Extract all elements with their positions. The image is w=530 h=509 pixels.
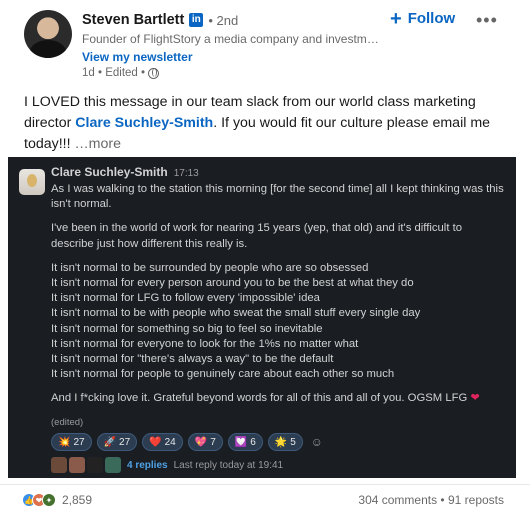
- thread-summary[interactable]: 4 replies Last reply today at 19:41: [51, 457, 283, 473]
- globe-icon: [148, 67, 160, 79]
- more-options-button[interactable]: •••: [476, 10, 498, 31]
- collision-icon: 💥: [58, 436, 71, 448]
- slack-paragraph-3-text: And I f*cking love it. Grateful beyond w…: [51, 392, 468, 405]
- mention-link[interactable]: Clare Suchley-Smith: [75, 115, 213, 131]
- author-headline: Founder of FlightStory a media company a…: [82, 32, 382, 46]
- slack-line: It isn't normal for something so big to …: [51, 322, 323, 335]
- rocket-icon: 🚀: [103, 436, 117, 448]
- slack-list: It isn't normal to be surrounded by peop…: [51, 261, 506, 383]
- feed-post: Steven Bartlett in • 2nd Founder of Flig…: [0, 0, 530, 509]
- connection-degree: • 2nd: [208, 12, 239, 28]
- slack-line: It isn't normal to be surrounded by peop…: [51, 261, 369, 274]
- reply-avatar: [87, 457, 103, 473]
- heart-icon: ❤️: [149, 436, 162, 448]
- slack-screenshot[interactable]: Clare Suchley-Smith 17:13 As I was walkin…: [8, 157, 516, 478]
- reactions-summary[interactable]: 👍 ❤ ✦ 2,859: [22, 493, 92, 507]
- see-more-link[interactable]: …more: [74, 136, 121, 152]
- replies-link[interactable]: 4 replies: [127, 460, 168, 471]
- author-name-row[interactable]: Steven Bartlett in • 2nd: [82, 12, 238, 28]
- reactions-count: 2,859: [62, 493, 93, 507]
- comments-reposts[interactable]: 304 comments • 91 reposts: [358, 493, 504, 507]
- reaction-bar: 💥 27 🚀 27 ❤️ 24 💖 7 💟 6 🌟 5 ☺: [51, 433, 326, 451]
- heart-icon: ❤: [470, 392, 480, 405]
- slack-line: It isn't normal for every person around …: [51, 277, 414, 290]
- reply-avatar: [105, 457, 121, 473]
- reply-avatars: [51, 457, 121, 473]
- slack-timestamp: 17:13: [173, 168, 199, 179]
- reply-avatar: [69, 457, 85, 473]
- reaction-pill[interactable]: 💥 27: [51, 433, 92, 451]
- follow-button[interactable]: + Follow: [390, 7, 456, 30]
- reaction-count: 7: [210, 436, 216, 448]
- reaction-count: 27: [73, 436, 85, 448]
- reaction-count: 24: [164, 436, 176, 448]
- slack-paragraph-1: As I was walking to the station this mor…: [51, 183, 504, 211]
- plus-icon: +: [390, 7, 402, 30]
- author-name[interactable]: Steven Bartlett: [82, 12, 184, 28]
- slack-line: It isn't normal to be with people who sw…: [51, 307, 421, 320]
- reaction-count: 5: [290, 436, 296, 448]
- slack-paragraph-3: And I f*cking love it. Grateful beyond w…: [51, 391, 506, 406]
- slack-line: It isn't normal for everyone to look for…: [51, 337, 359, 350]
- author-avatar[interactable]: [24, 10, 72, 58]
- celebrate-icon: ✦: [42, 493, 56, 507]
- reaction-pill[interactable]: ❤️ 24: [142, 433, 183, 451]
- edited-label: (edited): [51, 417, 84, 428]
- slack-author-name: Clare Suchley-Smith: [51, 165, 168, 179]
- reaction-pill[interactable]: 🌟 5: [267, 433, 303, 451]
- reaction-count: 27: [119, 436, 131, 448]
- slack-avatar: [19, 169, 45, 195]
- follow-label: Follow: [407, 10, 456, 27]
- reaction-icons: 👍 ❤ ✦: [22, 493, 56, 507]
- linkedin-badge-icon: in: [189, 13, 204, 27]
- slack-line: It isn't normal for people to genuinely …: [51, 368, 395, 381]
- heart-decoration-icon: 💟: [234, 436, 248, 448]
- reaction-count: 6: [250, 436, 256, 448]
- slack-author: Clare Suchley-Smith 17:13: [51, 165, 199, 179]
- reaction-pill[interactable]: 💟 6: [227, 433, 263, 451]
- slack-line: It isn't normal for "there's always a wa…: [51, 353, 334, 366]
- newsletter-link[interactable]: View my newsletter: [82, 50, 193, 64]
- post-timestamp: 1d • Edited •: [82, 67, 146, 79]
- slack-paragraph-2: I've been in the world of work for neari…: [51, 222, 463, 250]
- post-meta: 1d • Edited •: [82, 67, 160, 79]
- last-reply-time: Last reply today at 19:41: [173, 459, 284, 471]
- slack-line: It isn't normal for LFG to follow every …: [51, 292, 320, 305]
- divider: [0, 484, 530, 485]
- reaction-pill[interactable]: 💖 7: [187, 433, 223, 451]
- slack-message: As I was walking to the station this mor…: [51, 182, 506, 416]
- add-reaction-icon[interactable]: ☺: [308, 433, 326, 451]
- star-icon: 🌟: [274, 436, 288, 448]
- sparkling-heart-icon: 💖: [194, 436, 208, 448]
- post-text: I LOVED this message in our team slack f…: [24, 92, 504, 155]
- reply-avatar: [51, 457, 67, 473]
- reaction-pill[interactable]: 🚀 27: [96, 433, 138, 451]
